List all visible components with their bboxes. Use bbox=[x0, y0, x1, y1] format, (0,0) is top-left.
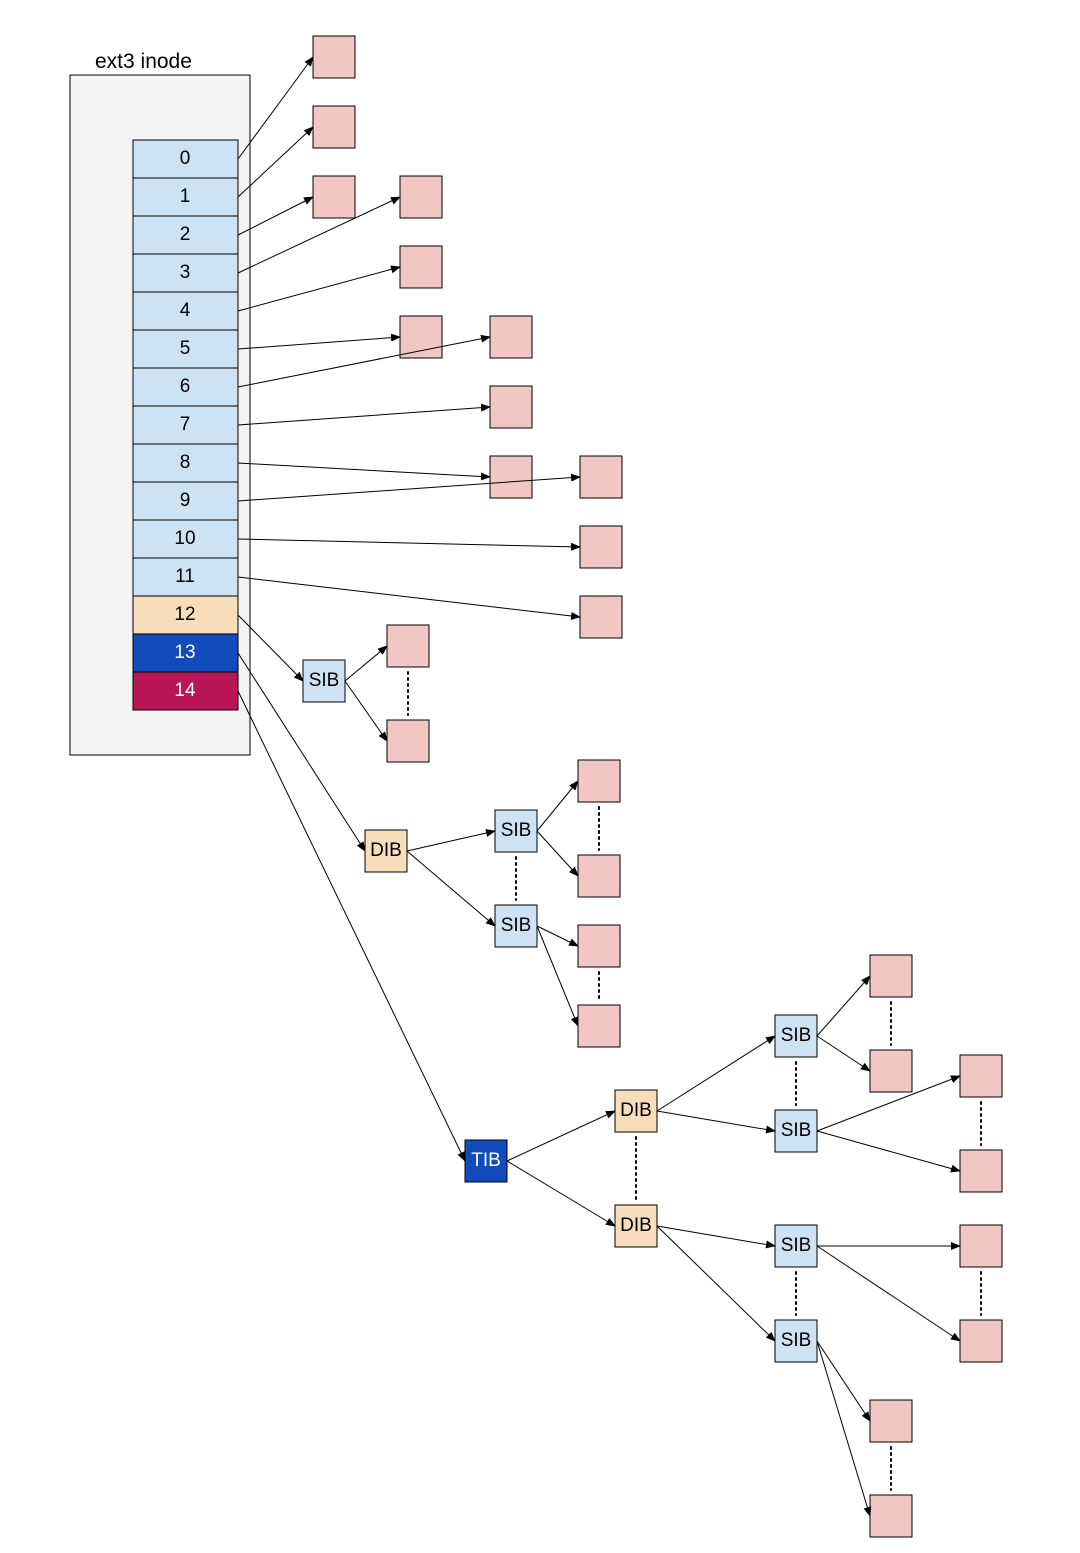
ptr-4: 4 bbox=[180, 300, 191, 321]
tib-label: TIB bbox=[471, 1150, 501, 1171]
ptr-5: 5 bbox=[180, 338, 191, 359]
ptr-1: 1 bbox=[180, 186, 191, 207]
dib-label: DIB bbox=[370, 840, 402, 861]
diagram-title: ext3 inode bbox=[95, 50, 192, 73]
svg-text:SIB: SIB bbox=[501, 820, 532, 841]
ptr-13: 13 bbox=[174, 642, 195, 663]
ptr-3: 3 bbox=[180, 262, 191, 283]
svg-text:SIB: SIB bbox=[501, 915, 532, 936]
double-indirect-group: DIB SIB SIB bbox=[238, 653, 620, 1047]
ptr-12: 12 bbox=[174, 604, 195, 625]
ptr-7: 7 bbox=[180, 414, 191, 435]
direct-data-blocks bbox=[313, 36, 622, 638]
svg-text:DIB: DIB bbox=[620, 1100, 652, 1121]
svg-text:SIB: SIB bbox=[781, 1330, 812, 1351]
triple-indirect-group: TIB DIB SIB SIB DIB SIB bbox=[238, 691, 1002, 1537]
svg-text:SIB: SIB bbox=[781, 1025, 812, 1046]
svg-text:SIB: SIB bbox=[781, 1120, 812, 1141]
svg-text:DIB: DIB bbox=[620, 1215, 652, 1236]
single-indirect-group: SIB bbox=[238, 615, 429, 762]
ptr-9: 9 bbox=[180, 490, 191, 511]
ptr-6: 6 bbox=[180, 376, 191, 397]
svg-text:SIB: SIB bbox=[781, 1235, 812, 1256]
ptr-10: 10 bbox=[174, 528, 195, 549]
pointer-table: 0 1 2 3 4 5 6 7 8 9 10 11 12 13 14 bbox=[133, 140, 238, 710]
sib-label: SIB bbox=[309, 670, 340, 691]
ptr-0: 0 bbox=[180, 148, 191, 169]
ptr-2: 2 bbox=[180, 224, 191, 245]
ptr-14: 14 bbox=[174, 680, 196, 701]
ptr-11: 11 bbox=[175, 566, 195, 587]
ptr-8: 8 bbox=[180, 452, 191, 473]
